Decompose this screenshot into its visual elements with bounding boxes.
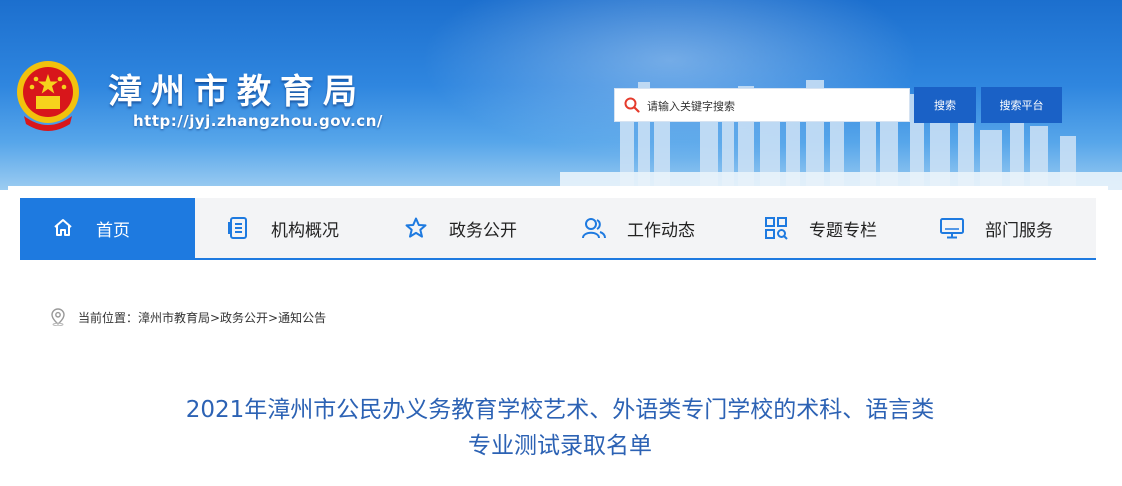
people-icon xyxy=(581,215,607,241)
article-title-line-2: 专业测试录取名单 xyxy=(468,433,652,459)
nav-label-special-topics: 专题专栏 xyxy=(809,220,877,241)
nav-label-overview: 机构概况 xyxy=(271,220,339,241)
search-box xyxy=(614,88,910,123)
site-title: 漳州市教育局 xyxy=(108,72,366,112)
main-nav: 首页 机构概况 政务公开 工作动态 专题专栏 部门服务 xyxy=(20,198,1096,260)
grid-search-icon xyxy=(763,215,789,241)
document-list-icon xyxy=(225,215,251,241)
nav-item-home[interactable]: 首页 xyxy=(20,198,195,258)
nav-label-dept-services: 部门服务 xyxy=(985,220,1053,241)
article-title-line-1: 2021年漳州市公民办义务教育学校艺术、外语类专门学校的术科、语言类 xyxy=(185,397,935,423)
city-skyline-image xyxy=(560,80,1122,190)
star-icon xyxy=(403,215,429,241)
nav-item-dept-services[interactable]: 部门服务 xyxy=(909,198,1096,258)
search-button[interactable]: 搜索 xyxy=(914,87,976,123)
nav-label-home: 首页 xyxy=(96,220,130,241)
nav-item-gov-affairs[interactable]: 政务公开 xyxy=(373,198,551,258)
header-banner: 漳州市教育局 http://jyj.zhangzhou.gov.cn/ 搜索 搜… xyxy=(0,0,1122,190)
search-platform-button[interactable]: 搜索平台 xyxy=(981,87,1062,123)
search-icon xyxy=(624,97,640,113)
nav-label-work-news: 工作动态 xyxy=(627,220,695,241)
nav-item-overview[interactable]: 机构概况 xyxy=(195,198,373,258)
breadcrumb: 当前位置：漳州市教育局>政务公开>通知公告 xyxy=(50,308,326,326)
nav-item-work-news[interactable]: 工作动态 xyxy=(551,198,733,258)
site-url[interactable]: http://jyj.zhangzhou.gov.cn/ xyxy=(133,112,383,130)
breadcrumb-text: 当前位置：漳州市教育局>政务公开>通知公告 xyxy=(78,310,327,325)
monitor-icon xyxy=(939,215,965,241)
search-input[interactable] xyxy=(645,89,907,123)
national-emblem-icon xyxy=(17,61,79,131)
article-title: 2021年漳州市公民办义务教育学校艺术、外语类专门学校的术科、语言类 专业测试录… xyxy=(40,392,1080,464)
nav-label-gov-affairs: 政务公开 xyxy=(449,220,517,241)
nav-item-special-topics[interactable]: 专题专栏 xyxy=(733,198,909,258)
location-pin-icon xyxy=(51,308,65,326)
home-icon xyxy=(50,215,76,241)
